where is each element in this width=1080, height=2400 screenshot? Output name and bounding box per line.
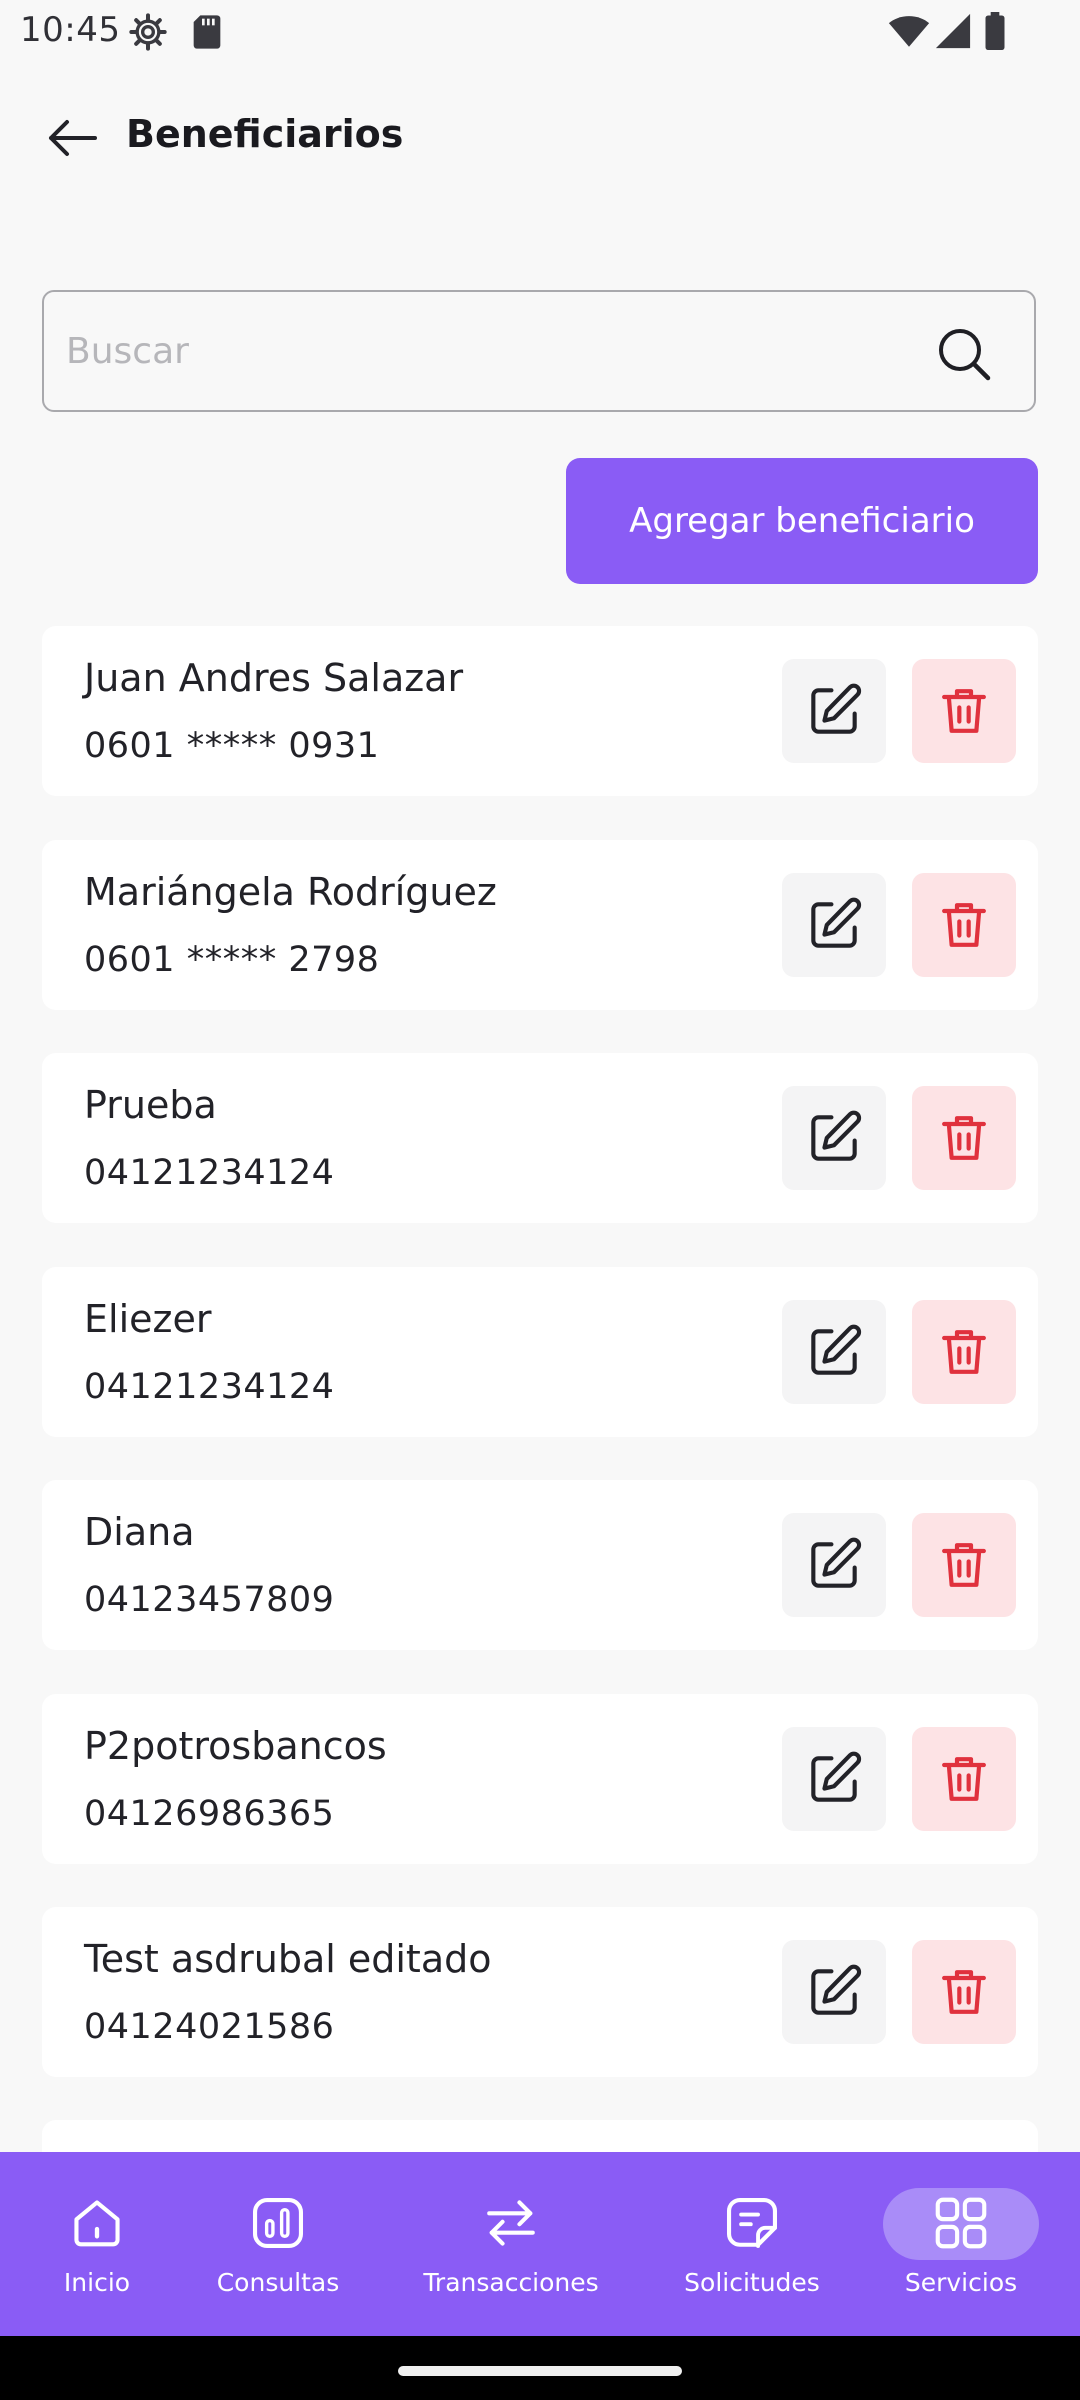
chart-icon: [249, 2190, 307, 2256]
beneficiary-id: 04124021586: [84, 2007, 335, 2047]
beneficiary-name: Diana: [84, 1510, 195, 1554]
nav-label: Servicios: [904, 2268, 1018, 2297]
beneficiary-name: Eliezer: [84, 1297, 212, 1341]
nav-label: Transacciones: [423, 2268, 599, 2297]
document-icon: [723, 2190, 781, 2256]
beneficiary-id: 04121234124: [84, 1153, 335, 1193]
status-time: 10:45: [20, 10, 121, 50]
beneficiary-name: P2potrosbancos: [84, 1724, 387, 1768]
search-box: [42, 290, 1036, 412]
beneficiary-id: 04121234124: [84, 1367, 335, 1407]
home-icon: [68, 2190, 126, 2256]
edit-icon: [811, 683, 862, 734]
delete-button[interactable]: [912, 1940, 1016, 2044]
nav-label: Consultas: [216, 2268, 340, 2297]
beneficiary-card: Test asdrubal editado 04124021586: [42, 1907, 1038, 2077]
nav-item-servicios[interactable]: Servicios: [890, 2152, 1032, 2336]
add-beneficiary-button[interactable]: Agregar beneficiario: [566, 458, 1038, 584]
delete-button[interactable]: [912, 1727, 1016, 1831]
edit-button[interactable]: [782, 659, 886, 763]
delete-button[interactable]: [912, 659, 1016, 763]
home-gesture-bar[interactable]: [398, 2366, 682, 2376]
trash-icon: [942, 689, 986, 733]
beneficiary-id: 04123457809: [84, 1580, 335, 1620]
edit-icon: [811, 1964, 862, 2015]
edit-icon: [811, 1751, 862, 1802]
edit-icon: [811, 1324, 862, 1375]
beneficiary-card: Prueba 04121234124: [42, 1053, 1038, 1223]
delete-button[interactable]: [912, 1300, 1016, 1404]
beneficiary-name: Mariángela Rodríguez: [84, 870, 497, 914]
trash-icon: [942, 903, 986, 947]
search-icon[interactable]: [936, 326, 992, 386]
edit-button[interactable]: [782, 1086, 886, 1190]
beneficiary-id: 0601 ***** 2798: [84, 940, 380, 980]
delete-button[interactable]: [912, 1513, 1016, 1617]
delete-button[interactable]: [912, 1086, 1016, 1190]
page-title: Beneficiarios: [126, 112, 404, 156]
edit-icon: [811, 1110, 862, 1161]
bottom-nav: Inicio Consultas Transacciones Solicitud…: [0, 2152, 1080, 2336]
edit-icon: [811, 897, 862, 948]
trash-icon: [942, 1543, 986, 1587]
beneficiary-card: Diana 04123457809: [42, 1480, 1038, 1650]
delete-button[interactable]: [912, 873, 1016, 977]
app-bar: Beneficiarios: [0, 90, 1080, 186]
edit-button[interactable]: [782, 1513, 886, 1617]
beneficiary-card: Mariángela Rodríguez 0601 ***** 2798: [42, 840, 1038, 1010]
settings-status-icon: [128, 12, 168, 56]
status-bar: 10:45: [0, 0, 1080, 64]
grid-icon: [930, 2190, 992, 2256]
nav-item-inicio[interactable]: Inicio: [36, 2152, 158, 2336]
beneficiary-name: Test asdrubal editado: [84, 1937, 492, 1981]
beneficiary-card: P2potrosbancos 04126986365: [42, 1694, 1038, 1864]
beneficiary-name: Prueba: [84, 1083, 217, 1127]
trash-icon: [942, 1970, 986, 2014]
trash-icon: [942, 1330, 986, 1374]
nav-label: Solicitudes: [684, 2268, 820, 2297]
beneficiary-id: 04126986365: [84, 1794, 335, 1834]
beneficiary-card: Juan Andres Salazar 0601 ***** 0931: [42, 626, 1038, 796]
edit-button[interactable]: [782, 1300, 886, 1404]
search-input[interactable]: [64, 292, 928, 411]
arrow-left-icon: [49, 120, 97, 156]
back-button[interactable]: [36, 106, 108, 170]
beneficiary-name: Juan Andres Salazar: [84, 656, 464, 700]
beneficiary-id: 0601 ***** 0931: [84, 726, 380, 766]
beneficiary-card: Eliezer 04121234124: [42, 1267, 1038, 1437]
transfer-icon: [482, 2190, 540, 2256]
nav-label: Inicio: [63, 2268, 131, 2297]
system-nav-bar: [0, 2336, 1080, 2400]
edit-button[interactable]: [782, 1727, 886, 1831]
signal-icon: [934, 12, 972, 54]
nav-item-solicitudes[interactable]: Solicitudes: [680, 2152, 824, 2336]
edit-icon: [811, 1537, 862, 1588]
nav-item-transacciones[interactable]: Transacciones: [420, 2152, 602, 2336]
nav-item-consultas[interactable]: Consultas: [208, 2152, 348, 2336]
sd-card-status-icon: [190, 12, 224, 56]
trash-icon: [942, 1116, 986, 1160]
battery-icon: [984, 12, 1006, 54]
edit-button[interactable]: [782, 1940, 886, 2044]
wifi-icon: [888, 12, 930, 54]
trash-icon: [942, 1757, 986, 1801]
edit-button[interactable]: [782, 873, 886, 977]
